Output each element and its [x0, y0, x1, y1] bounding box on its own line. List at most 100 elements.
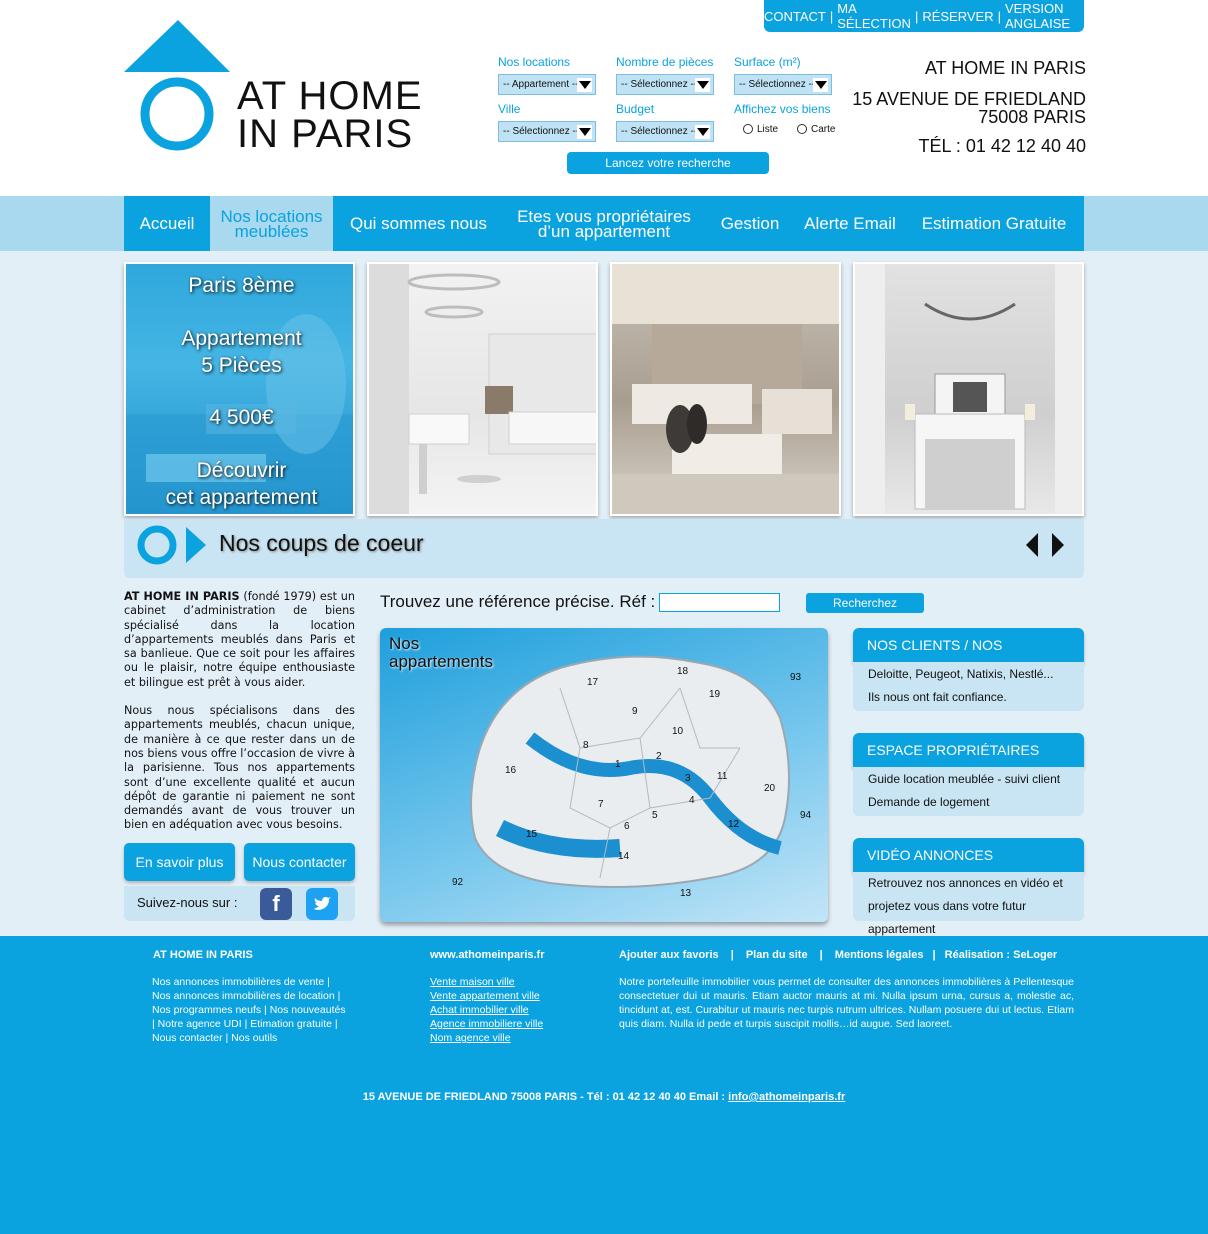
top-links-bar: CONTACT | MA SÉLECTION | RÉSERVER | VERSION… [764, 0, 1084, 32]
address-line-1: 15 AVENUE DE FRIEDLAND [852, 89, 1086, 109]
arr-19[interactable]: 19 [709, 689, 720, 700]
about-paragraph-2: Nous nous spécialisons dans des appartem… [124, 704, 355, 832]
radio-liste[interactable]: Liste [743, 124, 778, 135]
panel-clients-line-2[interactable]: Ils nous ont fait confiance. [868, 686, 1084, 709]
footer-col1-line[interactable]: Nos annonces immobilières de location | [152, 989, 362, 1003]
arr-9[interactable]: 9 [632, 706, 638, 717]
panel-video-line-1[interactable]: Retrouvez nos annonces en vidéo et [868, 872, 1084, 895]
savoir-plus-button[interactable]: En savoir plus [124, 843, 235, 881]
top-link-selection[interactable]: MA SÉLECTION [837, 1, 911, 31]
nav-nos-locations[interactable]: Nos locations meublées [210, 196, 333, 251]
footer-realisation-link[interactable]: Réalisation : SeLoger [945, 949, 1057, 961]
nav-gestion[interactable]: Gestion [704, 196, 796, 251]
arrow-right-icon[interactable] [1046, 531, 1068, 559]
footer-link[interactable]: Nom agence ville [430, 1031, 543, 1045]
select-pieces[interactable]: -- Sélectionnez -- [616, 74, 714, 95]
label-pieces: Nombre de pièces [616, 55, 714, 69]
select-value: -- Sélectionnez -- [739, 79, 816, 90]
footer-email-link[interactable]: info@athomeinparis.fr [728, 1091, 845, 1103]
footer-favoris-link[interactable]: Ajouter aux favoris [619, 949, 719, 961]
chevron-down-icon [813, 78, 828, 92]
top-link-contact[interactable]: CONTACT [764, 9, 826, 24]
radio-label: Carte [811, 124, 836, 135]
top-link-english[interactable]: VERSION ANGLAISE [1005, 1, 1084, 31]
arr-6[interactable]: 6 [624, 821, 630, 832]
separator: | [829, 8, 834, 24]
address-line-2: 75008 PARIS [978, 107, 1086, 127]
living-room-photo[interactable] [610, 262, 841, 516]
top-link-reserver[interactable]: RÉSERVER [922, 9, 993, 24]
arr-17[interactable]: 17 [587, 677, 598, 688]
footer-col1-line[interactable]: Nos programmes neufs | Nos nouveautés [152, 1003, 362, 1017]
arrow-left-icon[interactable] [1022, 531, 1044, 559]
footer-col1-line[interactable]: Nous contacter | Nos outils [152, 1031, 362, 1045]
arr-11[interactable]: 11 [717, 771, 727, 782]
footer-link[interactable]: Vente maison ville [430, 975, 543, 989]
facebook-icon[interactable]: f [260, 888, 292, 920]
arr-94[interactable]: 94 [800, 810, 811, 821]
panel-video-line-2[interactable]: projetez vous dans votre futur apparteme… [868, 895, 1084, 936]
separator: | [932, 949, 936, 961]
panel-proprietaires-header[interactable]: ESPACE PROPRIÉTAIRES [853, 733, 1084, 767]
panel-proprietaires-line-1[interactable]: Guide location meublée - suivi client [868, 768, 1084, 791]
arr-8[interactable]: 8 [583, 740, 589, 751]
arr-12[interactable]: 12 [728, 819, 739, 830]
bedroom-photo[interactable] [853, 262, 1084, 516]
nous-contacter-button[interactable]: Nous contacter [244, 843, 355, 881]
nav-alerte-email[interactable]: Alerte Email [796, 196, 904, 251]
footer-col2-title[interactable]: www.athomeinparis.fr [430, 949, 545, 961]
chevron-down-icon [695, 125, 710, 139]
twitter-icon[interactable] [306, 888, 338, 920]
radio-carte[interactable]: Carte [797, 124, 835, 135]
paris-map[interactable]: Nos appartements 17 18 19 93 8 9 10 16 2… [380, 628, 828, 922]
ref-input[interactable] [659, 593, 780, 612]
logo[interactable]: AT HOME IN PARIS [124, 20, 424, 160]
arr-92[interactable]: 92 [452, 877, 463, 888]
footer-plan-link[interactable]: Plan du site [746, 949, 808, 961]
chevron-down-icon [577, 125, 592, 139]
nav-estimation[interactable]: Estimation Gratuite [904, 196, 1084, 251]
living-room-image [612, 264, 839, 514]
footer-link[interactable]: Achat immobilier ville [430, 1003, 543, 1017]
arr-4[interactable]: 4 [689, 795, 695, 806]
arr-3[interactable]: 3 [685, 773, 691, 784]
feature-area: Paris 8ème [188, 274, 295, 297]
arr-13[interactable]: 13 [680, 888, 691, 899]
arr-7[interactable]: 7 [598, 799, 604, 810]
launch-search-button[interactable]: Lancez votre recherche [567, 152, 769, 174]
nav-accueil[interactable]: Accueil [124, 196, 210, 251]
kitchen-photo[interactable] [367, 262, 598, 516]
arr-20[interactable]: 20 [764, 783, 775, 794]
nav-proprietaires[interactable]: Etes vous propriétaires d’un appartement [504, 196, 704, 251]
arr-16[interactable]: 16 [505, 765, 516, 776]
footer-mentions-link[interactable]: Mentions légales [835, 949, 924, 961]
arr-15[interactable]: 15 [526, 829, 537, 840]
radio-circle-icon [743, 124, 753, 135]
select-value: -- Sélectionnez -- [503, 126, 580, 137]
nav-qui-sommes-nous[interactable]: Qui sommes nous [333, 196, 504, 251]
arr-18[interactable]: 18 [677, 666, 688, 677]
select-budget[interactable]: -- Sélectionnez -- [616, 121, 714, 142]
footer-link[interactable]: Vente appartement ville [430, 989, 543, 1003]
footer-link[interactable]: Agence immobiliere ville [430, 1017, 543, 1031]
arr-1[interactable]: 1 [615, 759, 621, 770]
arr-14[interactable]: 14 [618, 851, 629, 862]
select-surface[interactable]: -- Sélectionnez -- [734, 74, 832, 95]
logo-line-2: IN PARIS [237, 112, 414, 156]
panel-proprietaires-line-2[interactable]: Demande de logement [868, 791, 1084, 814]
arr-2[interactable]: 2 [656, 751, 662, 762]
footer-col1-line[interactable]: | Notre agence UDI | Etimation gratuite … [152, 1017, 362, 1031]
panel-video-header[interactable]: VIDÉO ANNONCES [853, 838, 1084, 872]
select-nos-locations[interactable]: -- Appartement -- [498, 74, 596, 95]
arr-5[interactable]: 5 [652, 810, 658, 821]
select-ville[interactable]: -- Sélectionnez -- [498, 121, 596, 142]
arr-93[interactable]: 93 [790, 672, 801, 683]
about-paragraph-1: AT HOME IN PARIS (fondé 1979) est un cab… [124, 590, 355, 690]
recherchez-button[interactable]: Recherchez [806, 593, 924, 613]
arr-10[interactable]: 10 [672, 726, 683, 737]
about-brand: AT HOME IN PARIS [124, 590, 240, 603]
footer-col1-line[interactable]: Nos annonces immobilières de vente | [152, 975, 362, 989]
panel-clients-header[interactable]: NOS CLIENTS / NOS PARTENAIRES [853, 628, 1084, 687]
featured-apartment[interactable]: Paris 8ème Appartement 5 Pièces 4 500€ D… [124, 262, 355, 516]
panel-clients-line-1[interactable]: Deloitte, Peugeot, Natixis, Nestlé... [868, 663, 1084, 686]
